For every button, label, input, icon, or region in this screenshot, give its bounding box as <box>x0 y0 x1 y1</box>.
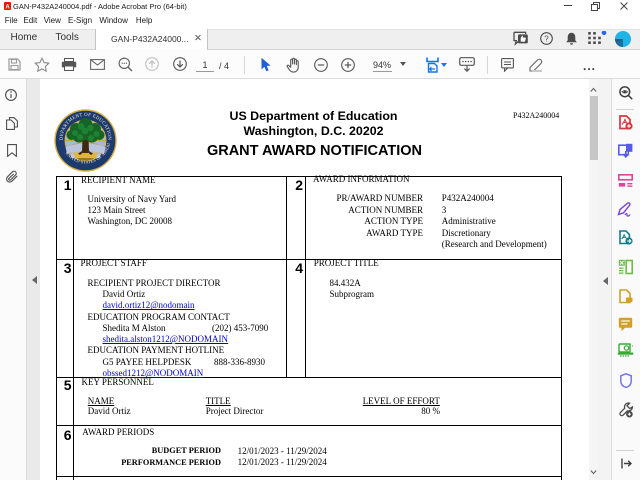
svg-text:A: A <box>5 5 10 11</box>
svg-text:?: ? <box>544 34 549 43</box>
